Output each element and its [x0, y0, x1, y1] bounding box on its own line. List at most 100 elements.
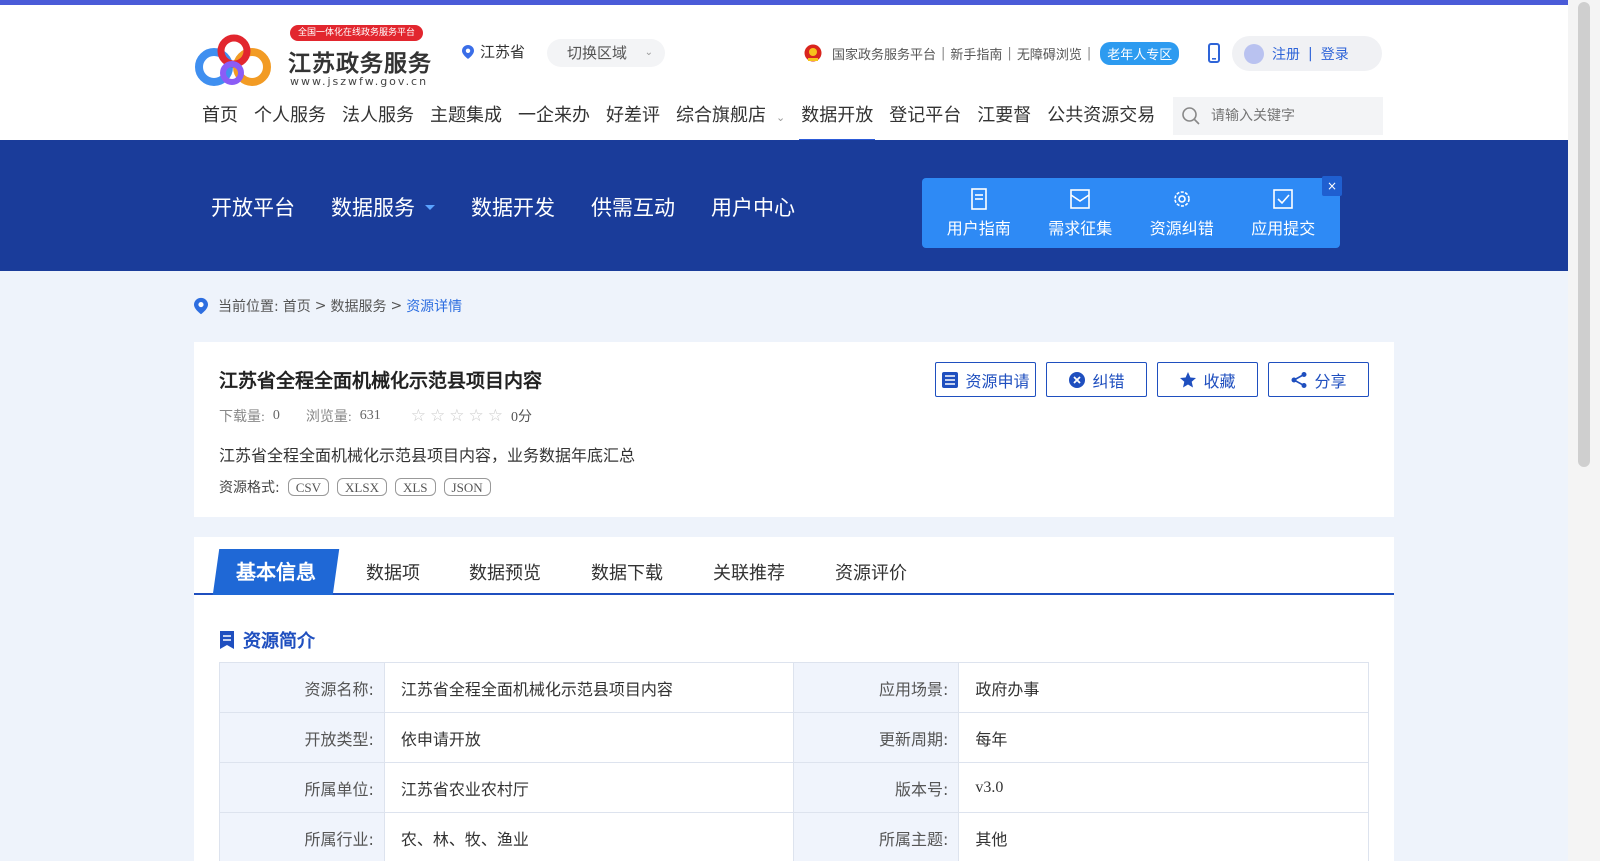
search-icon[interactable]	[1181, 106, 1201, 126]
list-icon	[942, 371, 959, 388]
field-value: 依申请开放	[383, 712, 795, 763]
bookmark-icon	[220, 631, 234, 649]
envelope-icon	[1070, 189, 1091, 209]
subnav-data-development[interactable]: 数据开发	[471, 192, 555, 222]
resource-description: 江苏省全程全面机械化示范县项目内容，业务数据年底汇总	[219, 446, 636, 465]
link-beginner-guide[interactable]: 新手指南	[950, 44, 1002, 63]
subnav-data-services-label: 数据服务	[331, 196, 415, 220]
login-box: 注册 | 登录	[1232, 36, 1382, 71]
mobile-phone-icon[interactable]	[1207, 43, 1221, 63]
data-subnav: 开放平台 数据服务 数据开发 供需互动 用户中心	[211, 192, 831, 222]
favorite-button[interactable]: 收藏	[1157, 362, 1258, 397]
breadcrumb-separator: >	[390, 298, 403, 314]
quick-demand-collection[interactable]: 需求征集	[1032, 187, 1128, 239]
nav-item-feedback[interactable]: 好差评	[598, 90, 668, 142]
subnav-supply-demand[interactable]: 供需互动	[591, 192, 675, 222]
quick-actions-panel: 用户指南 需求征集 资源纠错 应用提交 ×	[922, 176, 1342, 248]
breadcrumb-data-services[interactable]: 数据服务	[330, 296, 386, 316]
views-count: 631	[359, 408, 381, 423]
table-row: 所属单位: 江苏省农业农村厅 版本号: v3.0	[219, 762, 1369, 813]
resource-info-table: 资源名称: 江苏省全程全面机械化示范县项目内容 应用场景: 政府办事 开放类型:…	[219, 662, 1369, 861]
resource-actions: 资源申请 纠错 收藏 分享	[935, 362, 1369, 397]
field-label: 所属单位:	[219, 762, 385, 813]
table-row: 所属行业: 农、林、牧、渔业 所属主题: 其他	[219, 812, 1369, 861]
rating-score: 0分	[511, 410, 533, 425]
register-link[interactable]: 注册	[1272, 44, 1300, 64]
province-label: 江苏省	[480, 43, 526, 61]
share-button[interactable]: 分享	[1268, 362, 1369, 397]
report-error-button[interactable]: 纠错	[1046, 362, 1147, 397]
data-platform-banner: 开放平台 数据服务 数据开发 供需互动 用户中心 用户指南 需求征集 资源纠错 …	[0, 140, 1600, 271]
subnav-user-center[interactable]: 用户中心	[711, 192, 795, 222]
field-label: 版本号:	[793, 762, 960, 813]
logo-title: 江苏政务服务	[288, 51, 432, 77]
quick-resource-correction-label: 资源纠错	[1149, 219, 1214, 238]
tab-data-items[interactable]: 数据项	[366, 559, 420, 585]
nav-item-flagship[interactable]: 综合旗舰店 ⌄	[668, 90, 793, 142]
close-icon[interactable]: ×	[1322, 176, 1342, 196]
page-scrollbar[interactable]	[1568, 0, 1600, 861]
nav-item-personal[interactable]: 个人服务	[246, 90, 334, 142]
tab-data-download[interactable]: 数据下载	[591, 559, 663, 585]
tab-data-preview[interactable]: 数据预览	[469, 559, 541, 585]
quick-resource-correction[interactable]: 资源纠错	[1134, 187, 1230, 239]
link-separator: |	[1086, 45, 1092, 61]
guide-book-icon	[970, 188, 987, 210]
national-emblem-icon	[804, 44, 822, 62]
search-input[interactable]	[1211, 108, 1371, 124]
breadcrumb-home[interactable]: 首页	[283, 296, 311, 316]
share-label: 分享	[1314, 371, 1347, 391]
table-row: 资源名称: 江苏省全程全面机械化示范县项目内容 应用场景: 政府办事	[219, 662, 1369, 713]
nav-item-public-resources[interactable]: 公共资源交易	[1039, 90, 1163, 142]
chevron-down-icon: ⌄	[776, 111, 786, 124]
check-square-icon	[1273, 189, 1294, 209]
star-icon: ☆	[487, 406, 504, 425]
resource-formats: 资源格式: CSV XLSX XLS JSON	[219, 477, 491, 497]
scrollbar-thumb[interactable]	[1578, 2, 1590, 467]
error-circle-icon	[1069, 371, 1086, 388]
quick-app-submit[interactable]: 应用提交	[1235, 187, 1331, 239]
chevron-down-icon: ⌄	[644, 47, 653, 58]
link-accessibility[interactable]: 无障碍浏览	[1017, 44, 1082, 63]
switch-region-dropdown[interactable]: 切换区域 ⌄	[547, 39, 665, 67]
site-logo[interactable]: 全国一体化在线政务服务平台 江苏政务服务 www.jszwfw.gov.cn	[194, 25, 444, 90]
nav-item-corporate[interactable]: 法人服务	[334, 90, 422, 142]
subnav-data-services[interactable]: 数据服务	[331, 192, 435, 222]
site-header: 全国一体化在线政务服务平台 江苏政务服务 www.jszwfw.gov.cn 江…	[0, 5, 1600, 142]
tab-evaluation[interactable]: 资源评价	[835, 559, 907, 585]
nav-item-registration[interactable]: 登记平台	[881, 90, 969, 142]
link-separator: |	[1007, 45, 1012, 61]
breadcrumb: 当前位置: 首页 > 数据服务 > 资源详情	[194, 296, 462, 316]
tab-basic-info[interactable]: 基本信息	[212, 549, 340, 595]
nav-item-flagship-label: 综合旗舰店	[676, 105, 766, 126]
quick-user-guide-label: 用户指南	[946, 219, 1011, 238]
field-value: 江苏省农业农村厅	[383, 762, 795, 813]
tab-related[interactable]: 关联推荐	[713, 559, 785, 585]
field-value: 其他	[958, 812, 1369, 861]
switch-region-label: 切换区域	[567, 44, 628, 62]
favorite-label: 收藏	[1203, 371, 1236, 391]
resource-title: 江苏省全程全面机械化示范县项目内容	[219, 370, 543, 392]
field-value: v3.0	[958, 762, 1369, 813]
resource-stats: 下载量: 0 浏览量: 631 ☆ ☆ ☆ ☆ ☆ 0分	[219, 406, 532, 426]
nav-item-themes[interactable]: 主题集成	[422, 90, 510, 142]
rating-stars[interactable]: ☆ ☆ ☆ ☆ ☆	[411, 406, 503, 426]
detail-panel: 基本信息 数据项 数据预览 数据下载 关联推荐 资源评价 资源简介 资源名称: …	[194, 537, 1394, 861]
nav-item-open-data[interactable]: 数据开放	[793, 90, 881, 142]
caret-down-icon	[425, 204, 435, 210]
views-label: 浏览量:	[305, 410, 352, 425]
nav-item-one-enterprise[interactable]: 一企来办	[510, 90, 598, 142]
logo-mark-icon	[195, 34, 271, 86]
subnav-open-platform[interactable]: 开放平台	[211, 192, 295, 222]
apply-resource-button[interactable]: 资源申请	[935, 362, 1036, 397]
quick-user-guide[interactable]: 用户指南	[931, 187, 1027, 239]
login-link[interactable]: 登录	[1321, 44, 1349, 64]
field-value: 每年	[958, 712, 1369, 763]
field-label: 开放类型:	[219, 712, 385, 763]
downloads-label: 下载量:	[219, 410, 265, 425]
elder-zone-button[interactable]: 老年人专区	[1100, 41, 1180, 65]
link-national-platform[interactable]: 国家政务服务平台	[832, 44, 936, 63]
nav-item-home[interactable]: 首页	[194, 90, 246, 142]
nav-item-supervision[interactable]: 江要督	[969, 90, 1039, 142]
apply-resource-label: 资源申请	[965, 371, 1030, 391]
